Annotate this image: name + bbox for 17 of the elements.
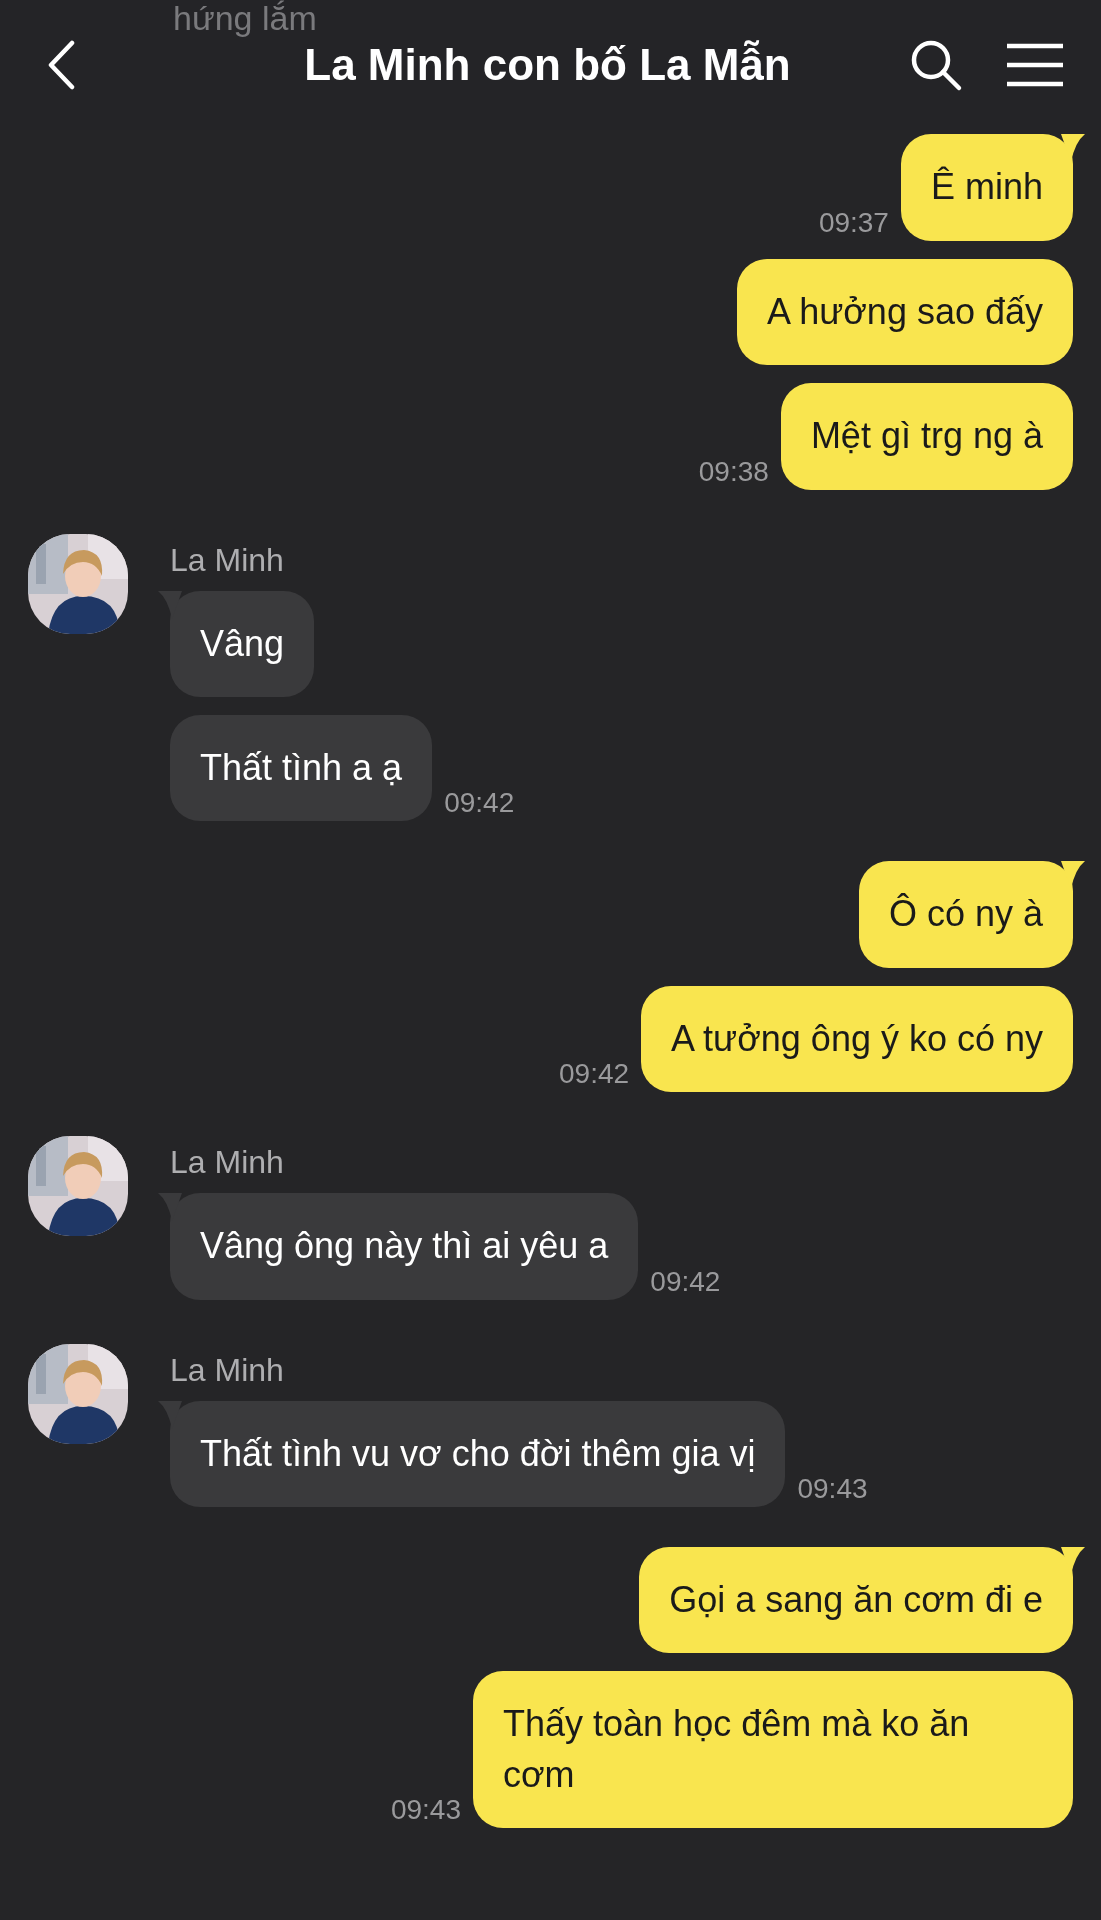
message-bubble: Thất tình a ạ <box>170 714 433 822</box>
sender-name: La Minh <box>170 1351 284 1389</box>
message-bubble: A tưởng ông ý ko có ny <box>641 985 1073 1093</box>
message-time: 09:42 <box>444 787 515 820</box>
message-bubble: Mệt gì trg ng à <box>780 383 1073 490</box>
message-time: 09:38 <box>698 455 769 488</box>
sender-name: La Minh <box>170 541 284 579</box>
message-time: 09:37 <box>818 206 889 239</box>
message-time: 09:43 <box>390 1794 461 1827</box>
chat-title: La Minh con bố La Mẫn <box>303 40 792 90</box>
message-time: 09:42 <box>650 1265 721 1298</box>
message-time: 09:43 <box>797 1472 868 1505</box>
message-bubble: Thấy toàn học đêm mà ko ăn cơm <box>473 1671 1073 1829</box>
message-bubble: A hưởng sao đấy <box>737 258 1073 366</box>
message-text: hứng lắm <box>173 0 317 38</box>
message-time: 09:42 <box>559 1058 630 1091</box>
sender-name: La Minh <box>170 1144 284 1182</box>
